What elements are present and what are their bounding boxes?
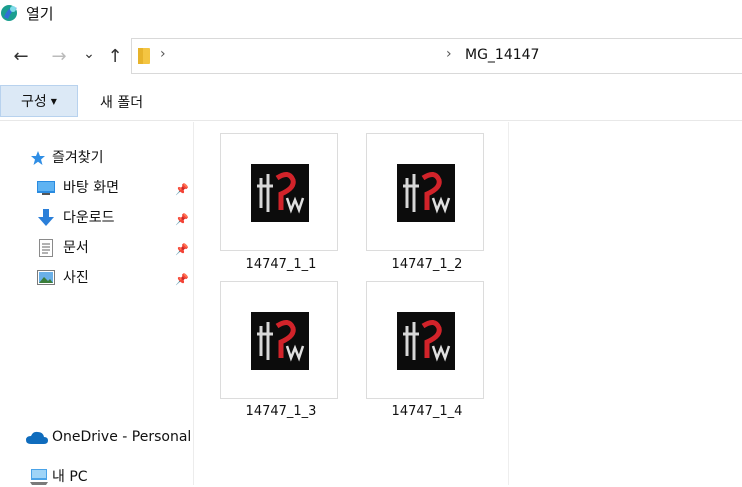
- image-thumbnail-icon: [397, 164, 455, 222]
- sidebar-item-label: 내 PC: [52, 469, 88, 485]
- new-folder-button[interactable]: 새 폴더: [100, 92, 143, 112]
- chevron-right-icon[interactable]: ›: [446, 46, 452, 62]
- star-icon: [31, 151, 45, 165]
- chevron-right-icon[interactable]: ›: [160, 46, 166, 62]
- file-name[interactable]: 14747_1_2: [362, 257, 492, 272]
- up-button[interactable]: ↑: [104, 47, 126, 67]
- sidebar-item-downloads[interactable]: 다운로드 📌: [37, 208, 192, 228]
- computer-icon: [30, 469, 48, 485]
- back-button[interactable]: ←: [10, 47, 32, 67]
- file-name[interactable]: 14747_1_1: [216, 257, 346, 272]
- pin-icon[interactable]: 📌: [175, 240, 189, 260]
- dropdown-arrow-icon: ▼: [50, 96, 57, 106]
- sidebar-item-label: 사진: [63, 270, 89, 286]
- sidebar-item-documents[interactable]: 문서 📌: [37, 238, 192, 258]
- sidebar-item-label: OneDrive - Personal: [52, 429, 192, 445]
- window-title: 열기: [26, 5, 54, 23]
- pin-icon[interactable]: 📌: [175, 210, 189, 230]
- organize-button[interactable]: 구성 ▼: [0, 85, 78, 117]
- sidebar-item-label: 다운로드: [63, 210, 115, 226]
- app-icon: [1, 5, 17, 21]
- title-bar: 열기: [0, 0, 742, 30]
- folder-icon: [138, 48, 150, 64]
- pictures-icon: [37, 270, 55, 285]
- file-thumbnail[interactable]: [220, 281, 338, 399]
- sidebar-item-desktop[interactable]: 바탕 화면 📌: [37, 178, 192, 198]
- cloud-icon: [26, 431, 48, 444]
- image-thumbnail-icon: [251, 312, 309, 370]
- navigation-pane: 즐겨찾기 바탕 화면 📌 다운로드 📌 문서 📌 사진 📌 OneDrive -…: [0, 122, 194, 485]
- forward-button[interactable]: →: [48, 47, 70, 67]
- download-icon: [38, 209, 54, 226]
- pin-icon[interactable]: 📌: [175, 180, 189, 200]
- file-name[interactable]: 14747_1_4: [362, 404, 492, 419]
- document-icon: [39, 239, 53, 257]
- file-thumbnail[interactable]: [366, 133, 484, 251]
- pin-icon[interactable]: 📌: [175, 270, 189, 290]
- sidebar-item-label: 문서: [63, 240, 89, 256]
- sidebar-item-label: 즐겨찾기: [52, 150, 104, 166]
- desktop-icon: [37, 181, 55, 195]
- file-name[interactable]: 14747_1_3: [216, 404, 346, 419]
- image-thumbnail-icon: [251, 164, 309, 222]
- image-thumbnail-icon: [397, 312, 455, 370]
- recent-locations-button[interactable]: ⌄: [82, 44, 96, 64]
- organize-label: 구성: [21, 94, 47, 110]
- toolbar: 구성 ▼ 새 폴더: [0, 83, 742, 121]
- file-thumbnail[interactable]: [366, 281, 484, 399]
- file-thumbnail[interactable]: [220, 133, 338, 251]
- sidebar-item-pictures[interactable]: 사진 📌: [37, 268, 192, 288]
- sidebar-item-label: 바탕 화면: [63, 180, 119, 196]
- pane-divider: [508, 122, 509, 485]
- breadcrumb-current[interactable]: MG_14147: [465, 47, 539, 63]
- address-bar[interactable]: › › MG_14147: [131, 38, 742, 74]
